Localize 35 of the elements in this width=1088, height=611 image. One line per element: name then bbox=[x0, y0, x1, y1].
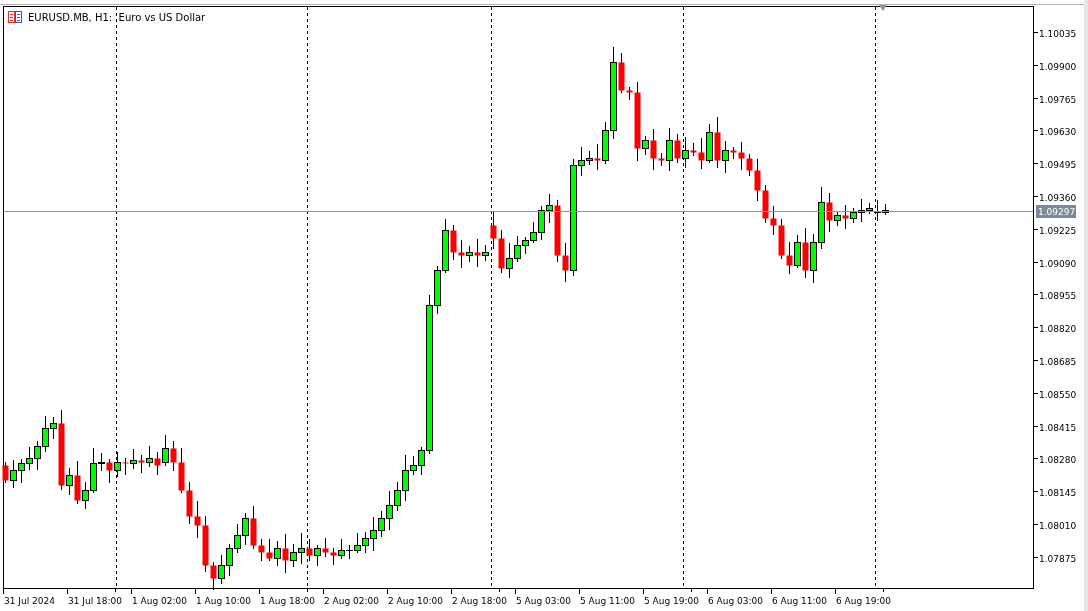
time-label: 31 Jul 2024 bbox=[4, 596, 55, 606]
price-label: 1.09630 bbox=[1039, 126, 1077, 137]
chart-window-icon bbox=[8, 11, 22, 23]
chart-title: EURUSD.MB, H1: Euro vs US Dollar bbox=[28, 12, 206, 23]
price-label: 1.08685 bbox=[1039, 356, 1077, 367]
price-label: 1.09360 bbox=[1039, 192, 1077, 203]
price-label: 1.09495 bbox=[1039, 159, 1077, 170]
time-label: 6 Aug 03:00 bbox=[708, 596, 763, 606]
time-label: 1 Aug 02:00 bbox=[132, 596, 187, 606]
time-label: 1 Aug 10:00 bbox=[196, 596, 251, 606]
price-label: 1.08820 bbox=[1039, 323, 1077, 334]
time-label: 5 Aug 03:00 bbox=[516, 596, 571, 606]
time-label: 2 Aug 10:00 bbox=[388, 596, 443, 606]
time-label: 5 Aug 11:00 bbox=[580, 596, 635, 606]
price-label: 1.09765 bbox=[1039, 94, 1077, 105]
price-label: 1.09225 bbox=[1039, 225, 1077, 236]
price-label: 1.08415 bbox=[1039, 422, 1077, 433]
price-label: 1.09090 bbox=[1039, 258, 1077, 269]
time-label: 6 Aug 11:00 bbox=[772, 596, 827, 606]
price-label: 1.09900 bbox=[1039, 61, 1077, 72]
time-label: 5 Aug 19:00 bbox=[644, 596, 699, 606]
current-price-tag: 1.09297 bbox=[1036, 205, 1076, 218]
price-label: 1.08955 bbox=[1039, 290, 1077, 301]
time-label: 31 Jul 18:00 bbox=[68, 596, 122, 606]
price-label: 1.08010 bbox=[1039, 520, 1077, 531]
price-label: 1.07875 bbox=[1039, 553, 1077, 564]
price-label: 1.08280 bbox=[1039, 454, 1077, 465]
time-label: 6 Aug 19:00 bbox=[836, 596, 891, 606]
price-label: 1.10035 bbox=[1039, 28, 1077, 39]
time-label: 2 Aug 18:00 bbox=[452, 596, 507, 606]
time-label: 1 Aug 18:00 bbox=[260, 596, 315, 606]
time-label: 2 Aug 02:00 bbox=[324, 596, 379, 606]
shift-marker-icon[interactable] bbox=[879, 5, 887, 11]
price-label: 1.08145 bbox=[1039, 487, 1077, 498]
price-label: 1.08550 bbox=[1039, 389, 1077, 400]
